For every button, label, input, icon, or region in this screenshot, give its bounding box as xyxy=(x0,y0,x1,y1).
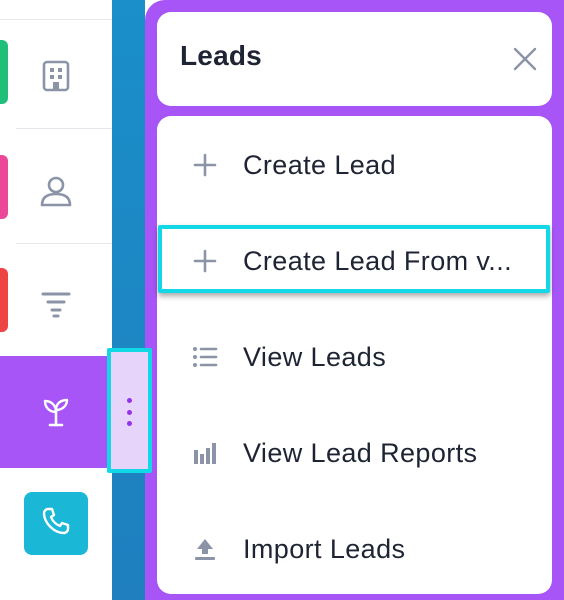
sidebar-item-leads[interactable] xyxy=(0,356,112,468)
close-button[interactable] xyxy=(511,47,539,75)
kebab-icon xyxy=(126,398,133,426)
building-icon xyxy=(36,56,76,96)
menu-item-label: View Lead Reports xyxy=(243,438,478,468)
close-icon xyxy=(512,46,538,77)
menu-item-label: View Leads xyxy=(243,342,387,372)
sidebar-item-companies[interactable] xyxy=(0,40,112,152)
user-icon xyxy=(36,171,76,211)
sidebar-divider xyxy=(16,243,112,244)
list-icon xyxy=(191,343,219,371)
phone-icon xyxy=(41,506,71,541)
leads-panel: Leads Create Lead Create Lead From v... … xyxy=(145,0,564,600)
sidebar-top-divider xyxy=(0,19,112,20)
menu-item-view-leads[interactable]: View Leads xyxy=(157,308,552,404)
menu-item-view-lead-reports[interactable]: View Lead Reports xyxy=(157,404,552,500)
sprout-icon xyxy=(36,392,76,432)
sidebar-accent-red xyxy=(0,268,8,332)
sidebar-item-contacts[interactable] xyxy=(0,155,112,267)
app-sidebar xyxy=(0,0,112,600)
sidebar-gap-strip xyxy=(112,0,145,600)
menu-item-label: Create Lead xyxy=(243,150,397,180)
phone-button[interactable] xyxy=(24,492,88,555)
sidebar-divider xyxy=(16,128,112,129)
menu-item-label: Import Leads xyxy=(243,534,406,564)
highlight-box xyxy=(158,225,550,293)
bar-chart-icon xyxy=(191,439,219,467)
panel-title: Leads xyxy=(180,40,262,71)
plus-icon xyxy=(191,151,219,179)
menu-item-create-lead[interactable]: Create Lead xyxy=(157,116,552,212)
menu-item-import-leads[interactable]: Import Leads xyxy=(157,500,552,596)
sidebar-accent-green xyxy=(0,40,8,104)
leads-menu: Create Lead Create Lead From v... View L… xyxy=(157,116,552,594)
panel-toggle-handle[interactable] xyxy=(107,348,152,473)
funnel-icon xyxy=(36,284,76,324)
sidebar-accent-pink xyxy=(0,155,8,219)
upload-icon xyxy=(191,535,219,563)
panel-header: Leads xyxy=(157,12,552,106)
